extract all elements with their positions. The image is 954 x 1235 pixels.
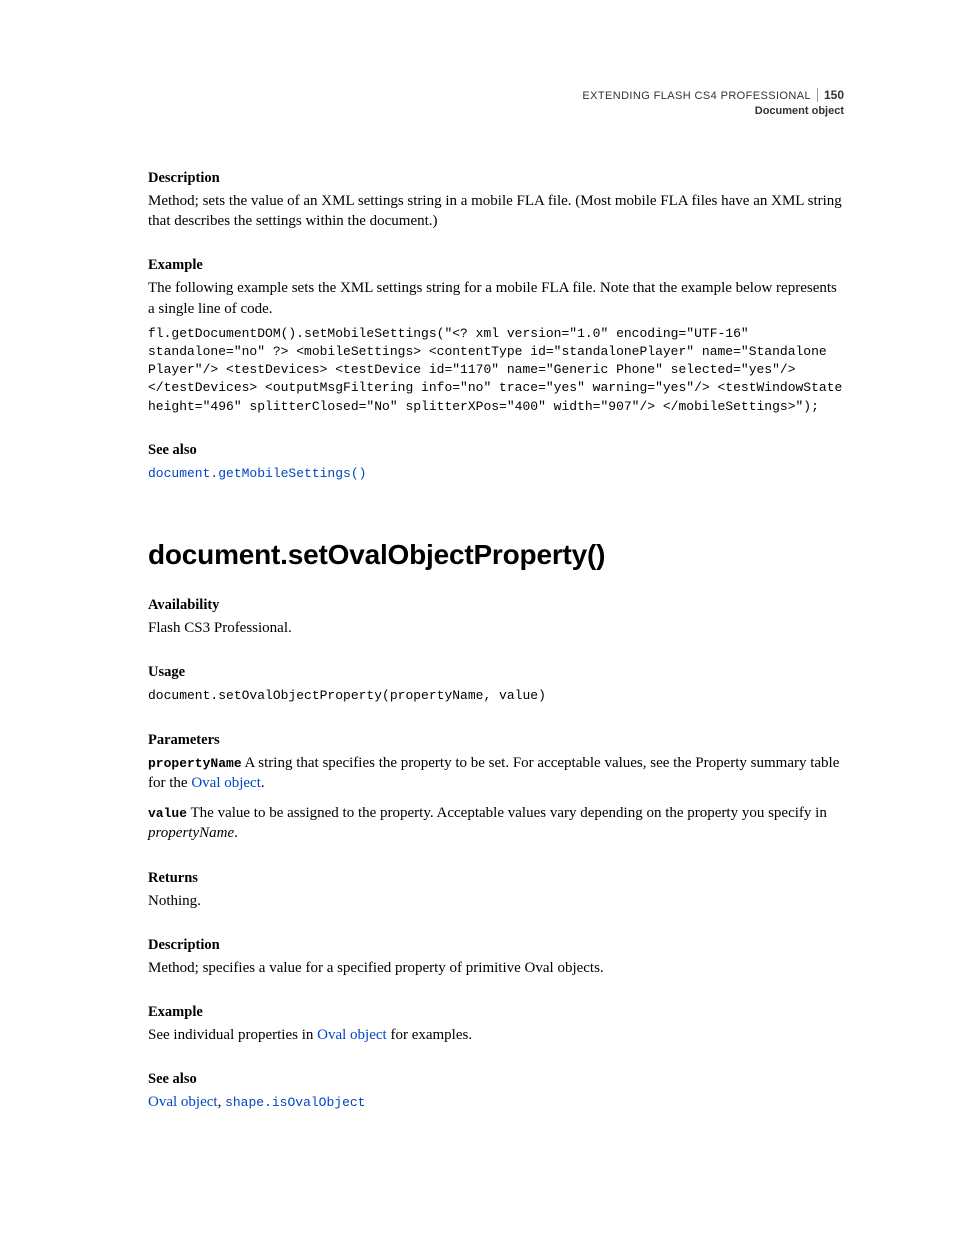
header-doc-title: EXTENDING FLASH CS4 PROFESSIONAL [582,89,811,103]
heading-description-2: Description [148,937,844,954]
param-propertyname: propertyName A string that specifies the… [148,753,844,794]
heading-returns: Returns [148,870,844,887]
api-title: document.setOvalObjectProperty() [148,539,844,571]
param-value: value The value to be assigned to the pr… [148,803,844,844]
param2-desc-b: . [234,825,238,841]
link-oval-object-2[interactable]: Oval object [317,1027,387,1043]
availability-text: Flash CS3 Professional. [148,618,844,638]
link-shape-isovalobject[interactable]: shape.isOvalObject [225,1095,365,1110]
heading-usage: Usage [148,664,844,681]
param2-italic: propertyName [148,825,234,841]
heading-example-1: Example [148,257,844,274]
returns-text: Nothing. [148,891,844,911]
example-post: for examples. [387,1027,472,1043]
param-name-propertyname: propertyName [148,756,242,771]
param1-desc-b: . [261,775,265,791]
link-oval-object-3[interactable]: Oval object [148,1094,218,1110]
seealso-sep: , [218,1094,226,1110]
example-text-2: See individual properties in Oval object… [148,1025,844,1045]
link-getmobilesettings[interactable]: document.getMobileSettings() [148,466,366,481]
heading-seealso-2: See also [148,1071,844,1088]
usage-code: document.setOvalObjectProperty(propertyN… [148,687,844,705]
param-name-value: value [148,806,187,821]
heading-example-2: Example [148,1004,844,1021]
description-text-2: Method; specifies a value for a specifie… [148,958,844,978]
link-oval-object-1[interactable]: Oval object [191,775,261,791]
example-intro-1: The following example sets the XML setti… [148,278,844,319]
document-page: EXTENDING FLASH CS4 PROFESSIONAL 150 Docu… [0,0,954,1177]
heading-parameters: Parameters [148,732,844,749]
header-page-number: 150 [817,88,844,102]
example-code-1: fl.getDocumentDOM().setMobileSettings("<… [148,325,844,416]
param2-desc-a: The value to be assigned to the property… [187,805,827,821]
description-text-1: Method; sets the value of an XML setting… [148,191,844,232]
header-section: Document object [755,105,844,117]
heading-description-1: Description [148,170,844,187]
seealso-block-2: Oval object, shape.isOvalObject [148,1092,844,1112]
page-header: EXTENDING FLASH CS4 PROFESSIONAL 150 Docu… [148,88,844,118]
heading-seealso-1: See also [148,442,844,459]
example-pre: See individual properties in [148,1027,317,1043]
heading-availability: Availability [148,597,844,614]
seealso-block-1: document.getMobileSettings() [148,463,844,483]
